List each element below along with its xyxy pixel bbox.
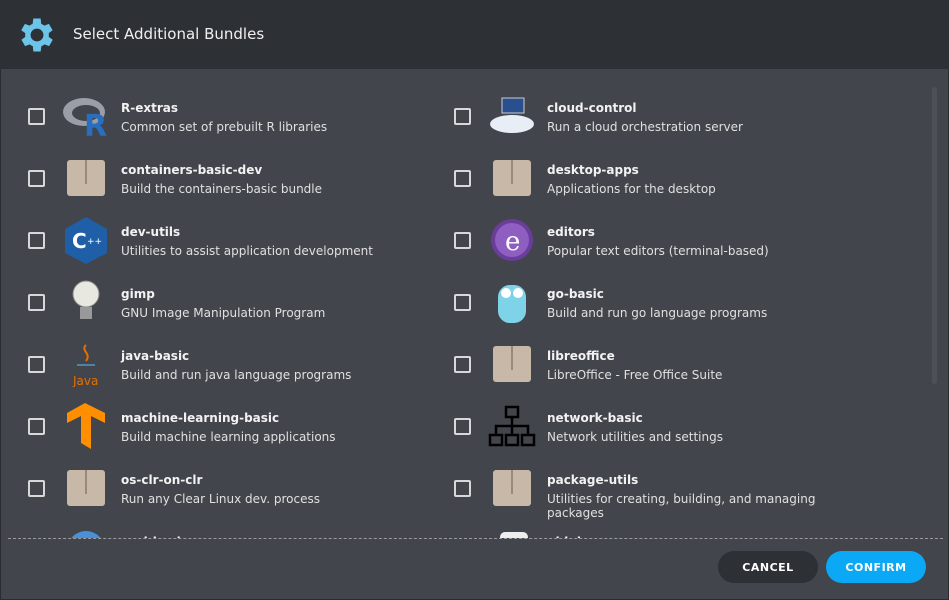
bundle-item-libreoffice[interactable]: libreoffice LibreOffice - Free Office Su… xyxy=(454,334,874,396)
bundle-checkbox[interactable] xyxy=(454,170,471,187)
bundle-name: package-utils xyxy=(547,473,639,487)
bundle-description: Popular text editors (terminal-based) xyxy=(547,244,769,258)
svg-text:Java: Java xyxy=(72,374,98,387)
emacs-icon: e xyxy=(488,216,536,264)
bundle-description: Run any Clear Linux dev. process xyxy=(121,492,320,506)
bundle-description: Applications for the desktop xyxy=(547,182,716,196)
perl-icon xyxy=(62,526,110,538)
bundle-name: cloud-control xyxy=(547,101,637,115)
bundle-checkbox[interactable] xyxy=(454,356,471,373)
bundle-description: Utilities to assist application developm… xyxy=(121,244,373,258)
bundle-checkbox[interactable] xyxy=(454,232,471,249)
bundle-description: Utilities for creating, building, and ma… xyxy=(547,492,816,520)
bundle-item-go-basic[interactable]: go-basic Build and run go language progr… xyxy=(454,272,874,334)
svg-text:R: R xyxy=(84,109,107,138)
bundle-item-pidgin[interactable]: pidgin xyxy=(454,520,874,538)
bundle-checkbox[interactable] xyxy=(454,418,471,435)
bundle-list: R R-extras Common set of prebuilt R libr… xyxy=(0,86,949,538)
r-logo-icon: R xyxy=(62,92,110,140)
cpp-logo-icon: C ++ xyxy=(62,216,110,264)
bundle-checkbox[interactable] xyxy=(28,356,45,373)
bundle-checkbox[interactable] xyxy=(28,418,45,435)
bundle-description: Common set of prebuilt R libraries xyxy=(121,120,328,134)
bundle-name: machine-learning-basic xyxy=(121,411,280,425)
bundle-item-editors[interactable]: e editors Popular text editors (terminal… xyxy=(454,210,874,272)
bundle-name: os-clr-on-clr xyxy=(121,473,203,487)
confirm-button[interactable]: CONFIRM xyxy=(826,551,926,583)
bundle-description: Build and run go language programs xyxy=(547,306,768,320)
svg-text:C: C xyxy=(72,229,87,253)
tensorflow-icon xyxy=(62,402,110,450)
bundle-item-gimp[interactable]: gimp GNU Image Manipulation Program xyxy=(28,272,448,334)
bundle-item-desktop-apps[interactable]: desktop-apps Applications for the deskto… xyxy=(454,148,874,210)
bundle-name: go-basic xyxy=(547,287,604,301)
bundle-item-containers-basic-dev[interactable]: containers-basic-dev Build the container… xyxy=(28,148,448,210)
bundle-checkbox[interactable] xyxy=(28,108,45,125)
divider xyxy=(8,538,943,539)
bundle-item-R-extras[interactable]: R R-extras Common set of prebuilt R libr… xyxy=(28,86,448,148)
bundle-name: gimp xyxy=(121,287,155,301)
bundle-name: dev-utils xyxy=(121,225,181,239)
cancel-button[interactable]: CANCEL xyxy=(718,551,818,583)
network-icon xyxy=(488,402,536,450)
bundle-checkbox[interactable] xyxy=(454,294,471,311)
java-logo-icon: Java xyxy=(62,340,110,388)
package-icon xyxy=(488,340,536,388)
bundle-name: containers-basic-dev xyxy=(121,163,263,177)
pidgin-icon xyxy=(488,526,536,538)
gopher-icon xyxy=(488,278,536,326)
cloud-computer-icon xyxy=(488,92,536,140)
dialog-header: Select Additional Bundles xyxy=(0,0,949,69)
bundle-checkbox[interactable] xyxy=(28,170,45,187)
bundle-item-network-basic[interactable]: network-basic Network utilities and sett… xyxy=(454,396,874,458)
bundle-name: java-basic xyxy=(121,349,190,363)
lightbulb-icon xyxy=(62,278,110,326)
bundle-description: Build and run java language programs xyxy=(121,368,352,382)
bundle-description: Run a cloud orchestration server xyxy=(547,120,743,134)
bundle-checkbox[interactable] xyxy=(28,480,45,497)
svg-text:e: e xyxy=(505,227,520,257)
package-icon xyxy=(488,154,536,202)
bundle-item-os-clr-on-clr[interactable]: os-clr-on-clr Run any Clear Linux dev. p… xyxy=(28,458,448,520)
package-icon xyxy=(62,154,110,202)
svg-text:++: ++ xyxy=(87,237,102,247)
bundle-description: GNU Image Manipulation Program xyxy=(121,306,326,320)
bundle-description: Build the containers-basic bundle xyxy=(121,182,323,196)
bundle-name: libreoffice xyxy=(547,349,615,363)
bundle-name: network-basic xyxy=(547,411,643,425)
bundle-item-dev-utils[interactable]: C ++ dev-utils Utilities to assist applic… xyxy=(28,210,448,272)
bundle-item-perl-basic[interactable]: perl-basic xyxy=(28,520,448,538)
bundle-item-machine-learning-basic[interactable]: machine-learning-basic Build machine lea… xyxy=(28,396,448,458)
bundle-description: Build machine learning applications xyxy=(121,430,336,444)
bundle-item-cloud-control[interactable]: cloud-control Run a cloud orchestration … xyxy=(454,86,874,148)
package-icon xyxy=(62,464,110,512)
bundle-name: R-extras xyxy=(121,101,178,115)
bundle-checkbox[interactable] xyxy=(454,108,471,125)
bundle-item-package-utils[interactable]: package-utils Utilities for creating, bu… xyxy=(454,458,874,520)
package-icon xyxy=(488,464,536,512)
bundle-checkbox[interactable] xyxy=(28,232,45,249)
bundle-name: desktop-apps xyxy=(547,163,639,177)
bundle-description: LibreOffice - Free Office Suite xyxy=(547,368,723,382)
bundle-description: Network utilities and settings xyxy=(547,430,723,444)
gear-icon xyxy=(21,18,53,52)
bundle-name: editors xyxy=(547,225,595,239)
scrollbar[interactable] xyxy=(932,87,937,384)
bundle-checkbox[interactable] xyxy=(28,294,45,311)
bundle-item-java-basic[interactable]: Java java-basic Build and run java langu… xyxy=(28,334,448,396)
bundle-checkbox[interactable] xyxy=(454,480,471,497)
dialog-title: Select Additional Bundles xyxy=(73,25,265,43)
